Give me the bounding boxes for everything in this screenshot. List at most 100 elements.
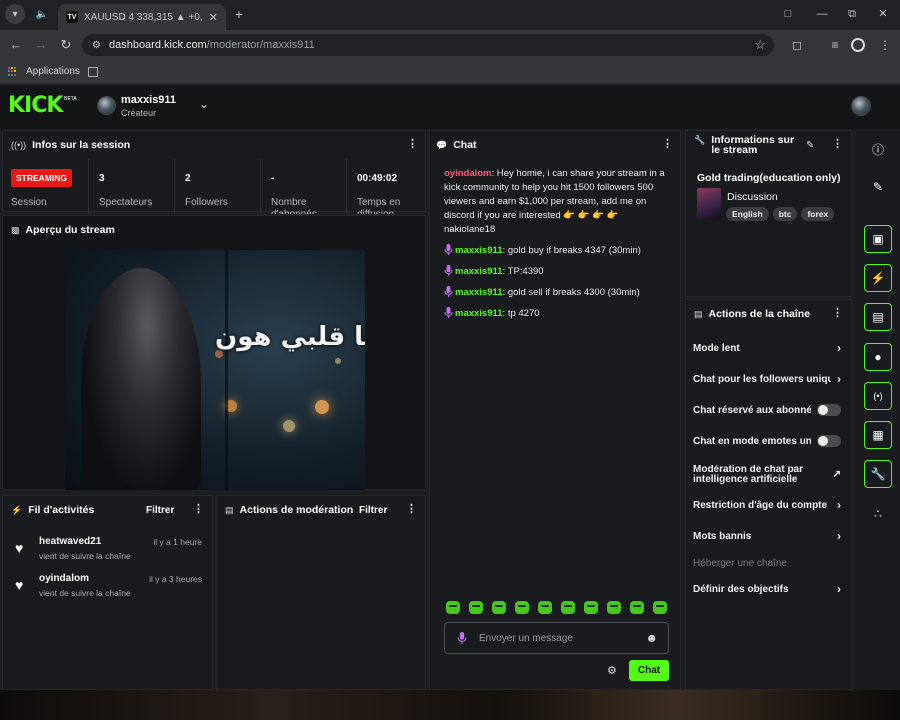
reload-icon[interactable]: ↻	[58, 37, 74, 53]
emote-icon[interactable]	[469, 601, 483, 614]
chat-message: maxxis911: gold buy if breaks 4347 (30mi…	[444, 244, 670, 258]
address-bar[interactable]: ⚙ dashboard.kick.com/moderator/maxxis911…	[82, 34, 774, 56]
person-silhouette	[81, 268, 201, 490]
gear-icon[interactable]: ⚙	[607, 664, 617, 677]
microphone-icon	[444, 265, 453, 276]
chat-username[interactable]: oyindalom	[444, 168, 492, 179]
channel-action-item[interactable]: Chat réservé aux abonnés	[693, 400, 841, 420]
channel-action-item[interactable]: Restriction d'âge du compte ›	[693, 495, 841, 515]
channel-actions-menu-icon[interactable]: ⋮	[832, 308, 843, 319]
notes-icon[interactable]: ▤	[864, 303, 892, 331]
emote-icon[interactable]	[446, 601, 460, 614]
user-avatar[interactable]	[851, 96, 871, 116]
chat-username[interactable]: maxxis911	[455, 308, 503, 319]
window-close-icon[interactable]: ✕	[876, 7, 890, 21]
extensions-icon[interactable]: ◻	[789, 37, 805, 53]
emote-icon[interactable]	[515, 601, 529, 614]
tab-groups-icon[interactable]	[87, 66, 98, 77]
chat-input-placeholder: Envoyer un message	[479, 632, 573, 644]
chat-text: : gold sell if breaks 4300 (30min)	[502, 287, 640, 298]
chat-message: maxxis911: gold sell if breaks 4300 (30m…	[444, 286, 670, 300]
category-name[interactable]: Discussion	[727, 191, 778, 203]
chevron-down-icon[interactable]: ⌄	[199, 97, 209, 111]
toggle-switch[interactable]	[817, 404, 841, 416]
edit-icon[interactable]: ✎	[806, 140, 814, 151]
activity-filter-button[interactable]: Filtrer	[146, 505, 174, 516]
emote-icon[interactable]	[653, 601, 667, 614]
stat-viewers: 3 Spectateurs	[88, 159, 174, 214]
chat-send-button[interactable]: Chat	[629, 660, 669, 681]
chat-bubble-icon: 💬	[436, 139, 448, 150]
site-info-icon[interactable]: ⚙	[92, 40, 101, 51]
star-icon[interactable]: ☆	[754, 37, 766, 53]
forward-icon[interactable]: →	[33, 37, 49, 53]
chat-text: : gold buy if breaks 4347 (30min)	[502, 245, 641, 256]
activity-user[interactable]: heatwaved21	[39, 536, 101, 547]
stat-label: Nombre d'abonnés	[271, 197, 317, 214]
info-icon[interactable]: ⓘ	[864, 135, 892, 163]
desktop-wallpaper	[0, 690, 900, 720]
stream-info-menu-icon[interactable]: ⋮	[832, 139, 843, 150]
moderation-icon[interactable]: ▦	[864, 421, 892, 449]
new-tab-icon[interactable]: +	[229, 4, 249, 24]
close-icon[interactable]: ✕	[209, 11, 218, 24]
browser-tab-bar: ▾ 🔈 TV XAUUSD 4 338,315 ▲ +0,13% U ✕ + □…	[0, 0, 900, 30]
back-icon[interactable]: ←	[8, 37, 24, 53]
more-icon[interactable]: ∴	[864, 500, 892, 528]
notes-icon: ▤	[225, 504, 234, 515]
tab-search-icon[interactable]: ▾	[5, 4, 25, 24]
channel-avatar[interactable]	[97, 96, 116, 115]
moderation-filter-button[interactable]: Filtrer	[359, 505, 387, 516]
audio-icon[interactable]: 🔈	[32, 4, 52, 24]
chat-username[interactable]: maxxis911	[455, 266, 503, 277]
emote-icon[interactable]	[492, 601, 506, 614]
wrench-icon[interactable]: 🔧	[864, 460, 892, 488]
activity-menu-icon[interactable]: ⋮	[193, 504, 204, 515]
fullscreen-icon[interactable]: ▣	[864, 225, 892, 253]
emote-icon[interactable]	[584, 601, 598, 614]
category-thumbnail[interactable]	[697, 188, 721, 220]
browser-tab[interactable]: TV XAUUSD 4 338,315 ▲ +0,13% U ✕	[58, 4, 226, 30]
bookmark-applications[interactable]: Applications	[26, 66, 80, 77]
minimize-icon[interactable]: —	[815, 7, 829, 21]
channel-action-item[interactable]: Mode lent ›	[693, 338, 841, 358]
session-title: Infos sur la session	[32, 139, 131, 151]
chat-username[interactable]: maxxis911	[455, 245, 503, 256]
emote-icon[interactable]	[607, 601, 621, 614]
channel-action-item[interactable]: Chat en mode emotes uniquement	[693, 431, 841, 451]
tab-list-icon[interactable]: □	[781, 7, 795, 21]
chat-menu-icon[interactable]: ⋮	[662, 139, 673, 150]
channel-action-item[interactable]: Chat pour les followers uniquement ›	[693, 369, 841, 389]
channel-name[interactable]: maxxis911	[121, 94, 176, 106]
channel-action-label: Mode lent	[693, 342, 740, 354]
tag: forex	[801, 207, 835, 221]
emote-icon[interactable]	[538, 601, 552, 614]
lightning-icon[interactable]: ⚡	[864, 264, 892, 292]
toggle-switch[interactable]	[817, 435, 841, 447]
emote-icon[interactable]	[561, 601, 575, 614]
activity-desc: vient de suivre la chaîne	[39, 551, 131, 561]
chat-username[interactable]: maxxis911	[455, 287, 503, 298]
moderation-menu-icon[interactable]: ⋮	[406, 504, 417, 515]
media-icon[interactable]: ≡	[827, 37, 843, 53]
restore-icon[interactable]: ⧉	[845, 7, 859, 21]
tradingview-favicon-icon: TV	[66, 11, 78, 23]
emote-icon[interactable]	[630, 601, 644, 614]
stream-preview-image[interactable]: يا قلبي هون	[65, 250, 365, 490]
channel-action-item[interactable]: Définir des objectifs ›	[693, 579, 841, 599]
broadcast-icon[interactable]: (•)	[864, 382, 892, 410]
menu-icon[interactable]: ⋮	[877, 37, 893, 53]
activity-user[interactable]: oyindalom	[39, 573, 89, 584]
preview-title: Aperçu du stream	[25, 224, 115, 236]
channel-action-item[interactable]: Modération de chat par intelligence arti…	[693, 463, 841, 487]
chat-bubble-icon[interactable]: ●	[864, 343, 892, 371]
channel-action-item[interactable]: Mots bannis ›	[693, 526, 841, 546]
profile-icon[interactable]	[851, 38, 865, 52]
wrench-icon: 🔧	[694, 135, 706, 145]
kick-logo[interactable]: KICK	[8, 95, 63, 117]
stream-overlay-text: يا قلبي هون	[215, 322, 365, 352]
emoji-icon[interactable]: ☻	[645, 631, 658, 645]
session-menu-icon[interactable]: ⋮	[407, 139, 418, 150]
edit-icon[interactable]: ✎	[864, 173, 892, 201]
chat-input[interactable]: Envoyer un message ☻	[444, 622, 669, 654]
